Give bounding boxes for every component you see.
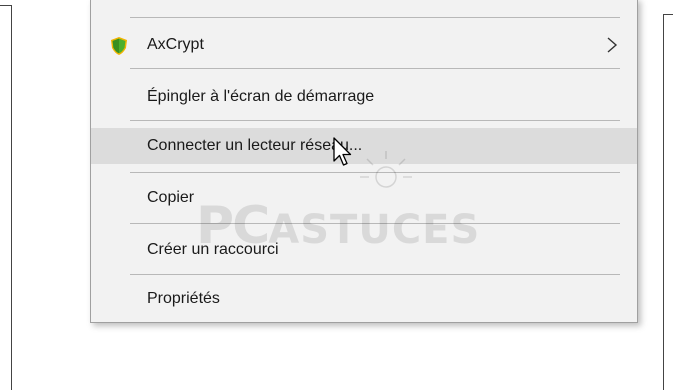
menu-item-label: Épingler à l'écran de démarrage bbox=[147, 88, 375, 105]
menu-item-label: Connecter un lecteur réseau... bbox=[147, 137, 363, 154]
menu-item-label: AxCrypt bbox=[147, 36, 204, 53]
screenshot-canvas: AxCrypt Épingler à l'écran de démarrage … bbox=[0, 0, 673, 390]
menu-separator bbox=[130, 120, 620, 121]
menu-item-map-network-drive[interactable]: Connecter un lecteur réseau... bbox=[91, 128, 637, 164]
menu-item-copy[interactable]: Copier bbox=[91, 180, 637, 216]
menu-separator bbox=[130, 172, 620, 173]
axcrypt-shield-icon bbox=[111, 37, 127, 55]
menu-separator bbox=[130, 274, 620, 275]
menu-item-label: Créer un raccourci bbox=[147, 241, 279, 258]
menu-separator bbox=[130, 17, 620, 18]
chevron-right-icon bbox=[607, 37, 618, 53]
menu-item-properties[interactable]: Propriétés bbox=[91, 281, 637, 317]
menu-item-pin-to-start[interactable]: Épingler à l'écran de démarrage bbox=[91, 79, 637, 115]
menu-separator bbox=[130, 223, 620, 224]
frame-line bbox=[11, 5, 12, 390]
menu-separator bbox=[130, 68, 620, 69]
menu-item-axcrypt[interactable]: AxCrypt bbox=[91, 27, 637, 63]
menu-item-label: Propriétés bbox=[147, 290, 220, 307]
menu-item-create-shortcut[interactable]: Créer un raccourci bbox=[91, 232, 637, 268]
frame-line bbox=[663, 14, 673, 15]
mouse-pointer-icon bbox=[333, 137, 352, 166]
context-menu: AxCrypt Épingler à l'écran de démarrage … bbox=[90, 0, 638, 323]
menu-item-label: Copier bbox=[147, 189, 195, 206]
frame-line bbox=[663, 14, 664, 390]
